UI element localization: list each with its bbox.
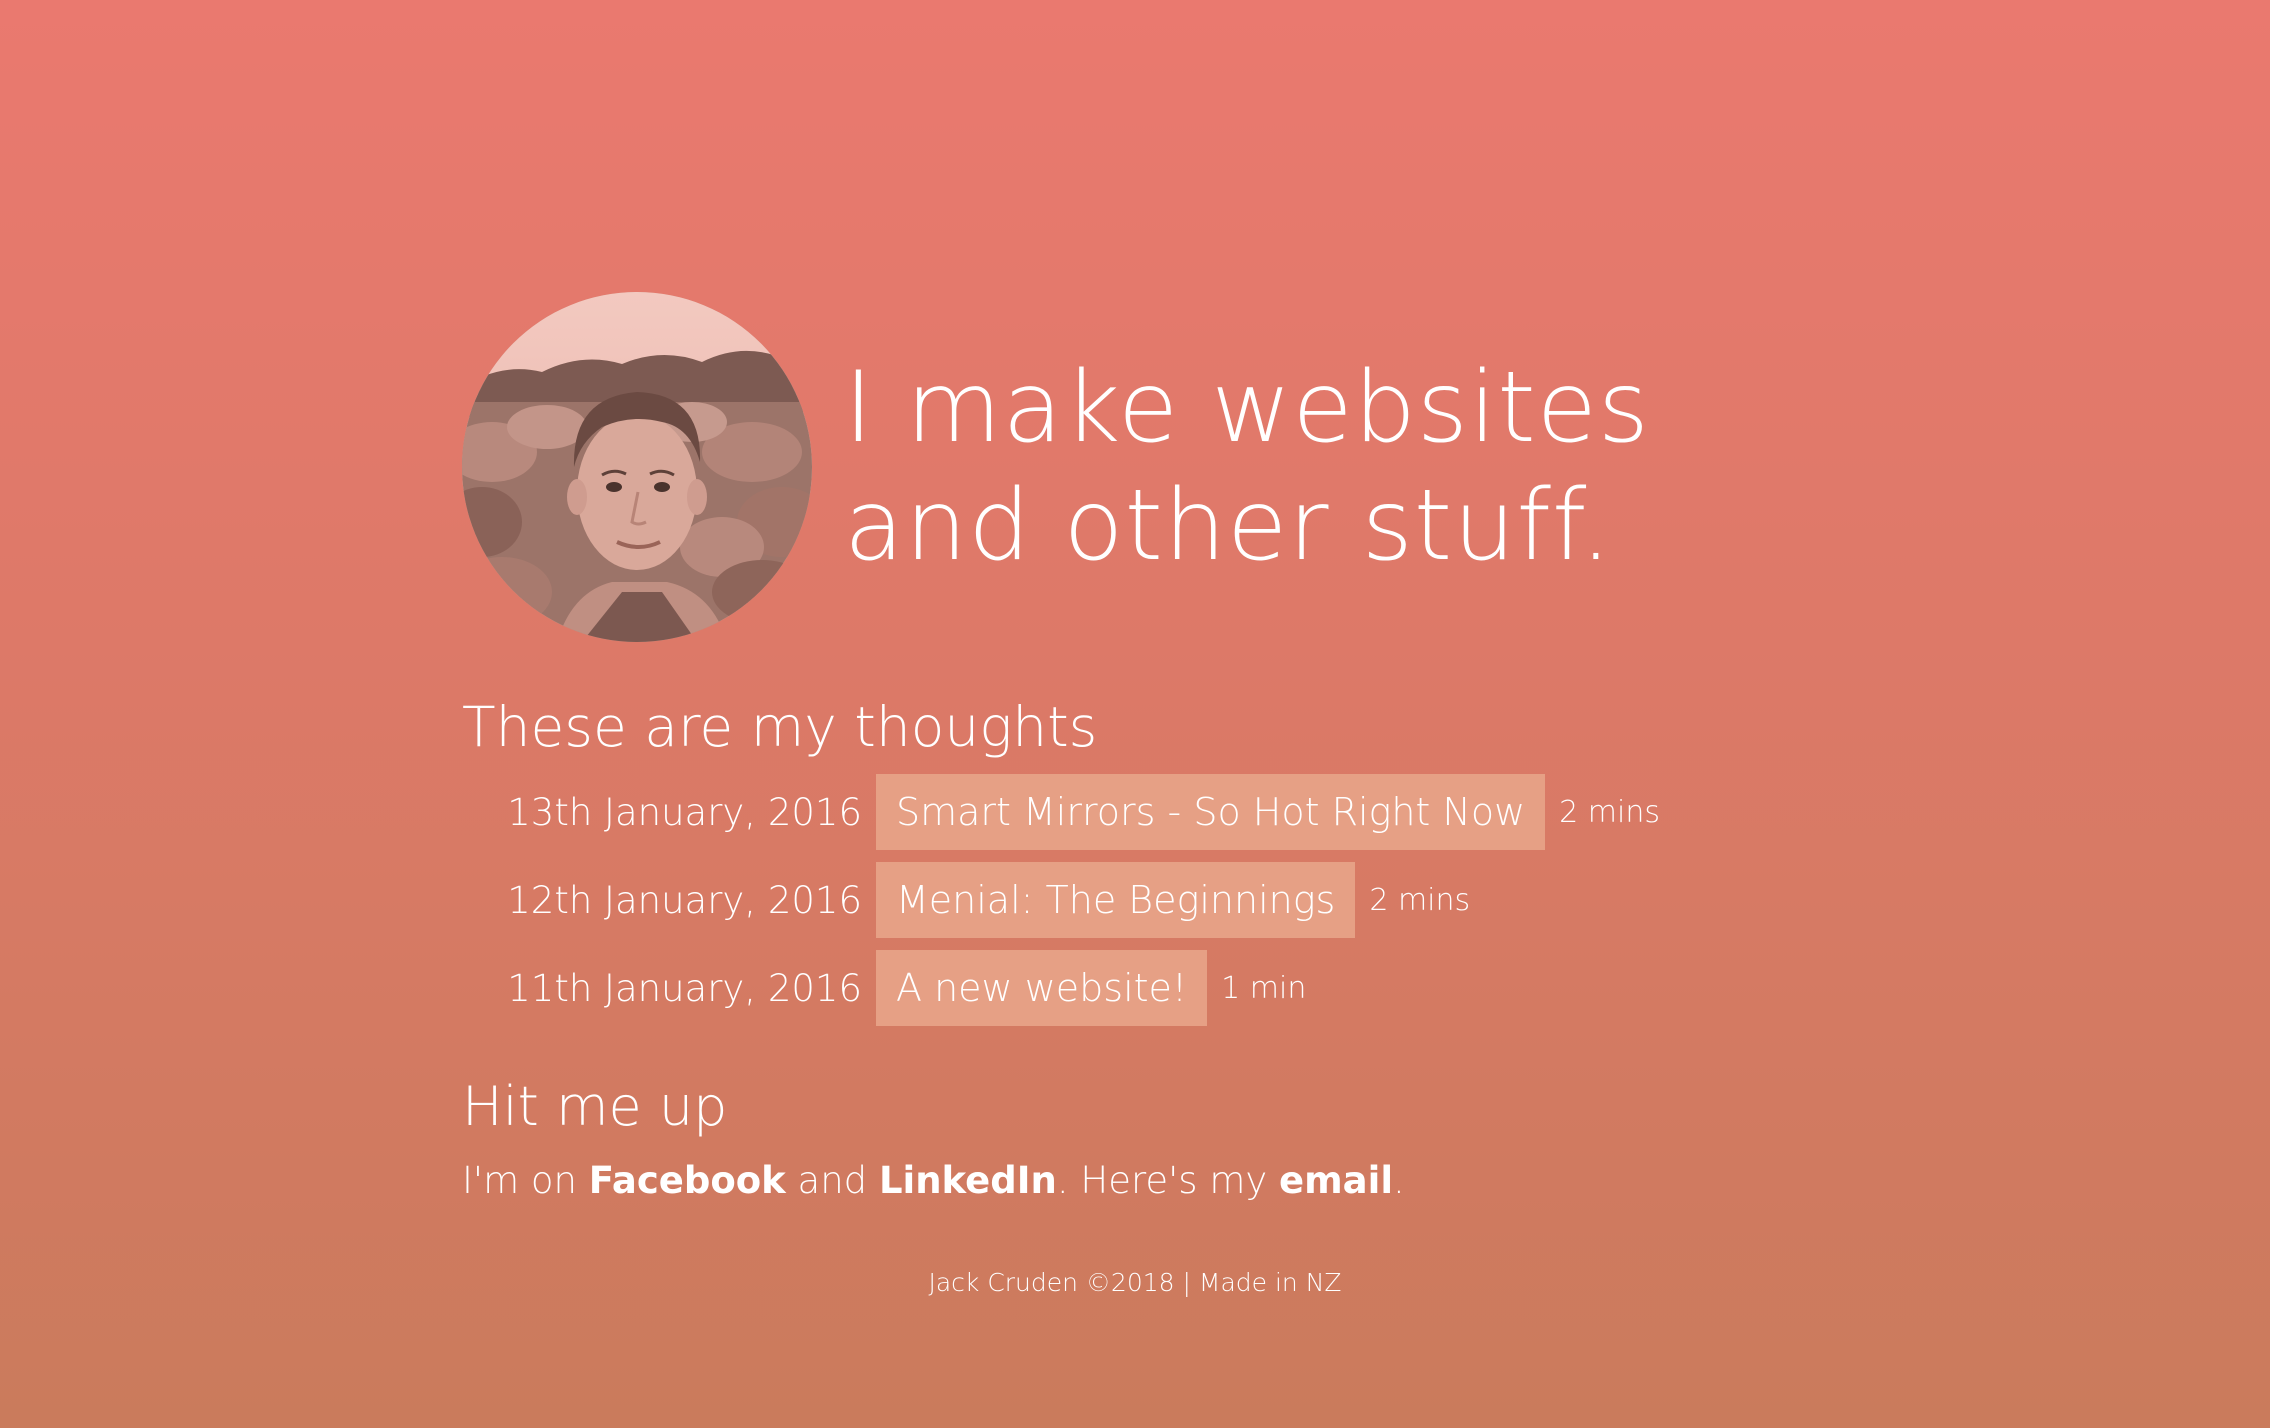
list-item: 13th January, 2016 Smart Mirrors - So Ho… [462, 774, 1862, 850]
hero: I make websites and other stuff. [462, 292, 1862, 642]
post-read-time: 2 mins [1559, 794, 1660, 830]
linkedin-link[interactable]: LinkedIn [879, 1159, 1057, 1202]
post-read-time: 2 mins [1369, 882, 1471, 918]
contact-middle: . Here's my [1056, 1159, 1280, 1202]
post-link[interactable]: Smart Mirrors - So Hot Right Now [876, 774, 1546, 850]
contact-and: and [785, 1159, 879, 1202]
facebook-link[interactable]: Facebook [589, 1159, 786, 1202]
contact-heading: Hit me up [462, 1075, 728, 1138]
post-read-time: 1 min [1221, 970, 1307, 1006]
list-item: 12th January, 2016 Menial: The Beginning… [462, 862, 1862, 938]
avatar-photo [462, 292, 812, 642]
contact-text: I'm on Facebook and LinkedIn. Here's my … [462, 1156, 1862, 1206]
email-link[interactable]: email [1279, 1159, 1393, 1202]
post-list: 13th January, 2016 Smart Mirrors - So Ho… [462, 774, 1862, 1026]
post-date: 12th January, 2016 [507, 878, 862, 922]
post-date: 13th January, 2016 [507, 790, 862, 834]
tagline: I make websites and other stuff. [844, 351, 1650, 583]
contact-suffix: . [1393, 1159, 1405, 1202]
contact-prefix: I'm on [462, 1159, 589, 1202]
post-date: 11th January, 2016 [507, 966, 862, 1010]
page-content: I make websites and other stuff. These a… [462, 292, 1862, 1206]
footer: Jack Cruden ©2018 | Made in NZ [928, 1268, 1342, 1297]
post-link[interactable]: Menial: The Beginnings [876, 862, 1356, 938]
list-item: 11th January, 2016 A new website! 1 min [462, 950, 1862, 1026]
thoughts-heading: These are my thoughts [462, 695, 1098, 759]
avatar [462, 292, 812, 642]
post-link[interactable]: A new website! [876, 950, 1208, 1026]
